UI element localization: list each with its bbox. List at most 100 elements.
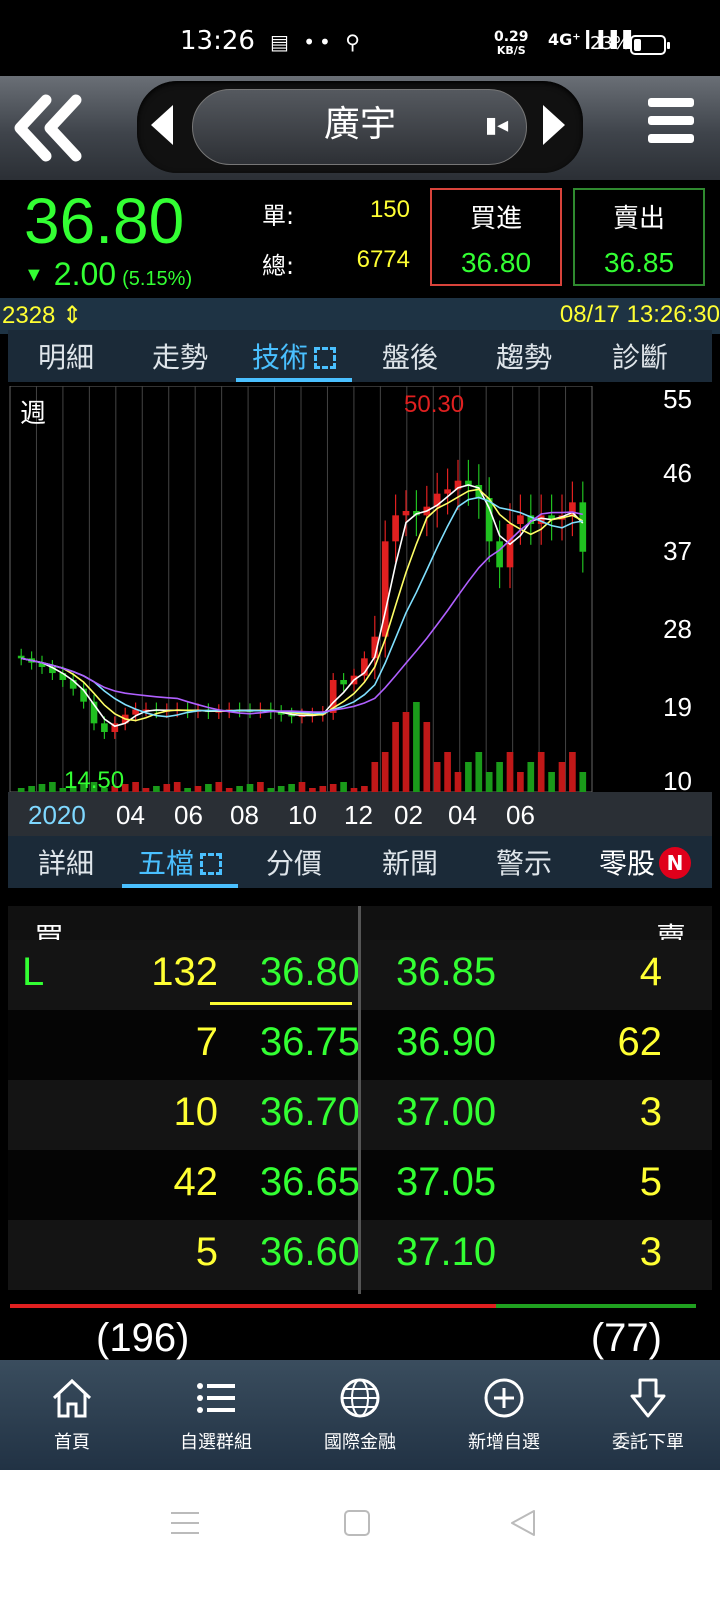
volume-bar (340, 782, 347, 792)
volume-bar (246, 784, 254, 792)
volume-bar (173, 782, 181, 792)
list-icon (197, 1383, 235, 1413)
sell-price: 36.85 (603, 247, 675, 278)
volume-bar (361, 786, 368, 792)
change-percent: (5.15%) (122, 268, 193, 290)
x-tick-label: 08 (230, 800, 259, 830)
moving-average-line (21, 484, 584, 728)
volume-bar (215, 782, 223, 792)
ask-qty: 3 (639, 1230, 662, 1274)
ask-price: 37.10 (396, 1230, 497, 1274)
tab-alerts[interactable]: 警示 (466, 842, 582, 888)
order-book-divider (358, 906, 361, 1294)
period-label: 週 (20, 399, 46, 429)
ask-price: 37.00 (396, 1090, 497, 1134)
bid-qty: 7 (195, 1020, 218, 1064)
volume-bar (319, 786, 327, 792)
sell-button[interactable]: 賣出 36.85 (573, 188, 705, 286)
nav-add-watchlist[interactable]: 新增自選 (432, 1360, 576, 1470)
bid-price: 36.75 (259, 1020, 360, 1064)
tab-news[interactable]: 新聞 (352, 842, 468, 888)
status-time: 13:26 (180, 26, 255, 56)
tab-odd-lot[interactable]: 零股 N (578, 842, 712, 888)
net-speed: 0.29 KB/S (494, 29, 529, 57)
volume-bar (465, 762, 472, 792)
volume-bar (381, 752, 389, 792)
bid-strength-bar (10, 1304, 496, 1308)
volume-bar (142, 788, 150, 792)
back-button[interactable] (10, 92, 86, 164)
candle-body (506, 524, 514, 568)
top-tab-bar: 明細 走勢 技術 盤後 趨勢 診斷 (8, 330, 712, 382)
candle-body (101, 723, 108, 732)
x-tick-label: 06 (506, 800, 535, 830)
volume-bar (517, 772, 524, 792)
expand-icon[interactable] (314, 347, 336, 369)
order-arrow-icon (630, 1378, 666, 1418)
tab-detail[interactable]: 明細 (8, 336, 124, 382)
volume-bar (350, 788, 358, 792)
stock-name[interactable]: 廣宇 (137, 95, 583, 147)
home-square-icon[interactable] (342, 1508, 372, 1538)
candle-body (517, 515, 524, 524)
volume-bar (392, 722, 399, 792)
hamburger-menu-icon[interactable] (648, 98, 698, 158)
drag-handle-icon[interactable]: ▮◂ (485, 113, 508, 138)
tab-tendency[interactable]: 趨勢 (466, 336, 582, 382)
recent-apps-icon[interactable] (168, 1508, 202, 1538)
y-tick-label: 10 (663, 766, 692, 796)
down-triangle-icon: ▼ (24, 264, 44, 286)
tab-price-distribution[interactable]: 分價 (236, 842, 352, 888)
quote-panel: 36.80 ▼ 2.00 (5.15%) 單: 150 總: 6774 買進 36.… (0, 180, 720, 294)
volume-bar (485, 772, 493, 792)
volume-bar (225, 788, 233, 792)
nav-home[interactable]: 首頁 (0, 1360, 144, 1470)
candle-body (392, 515, 399, 542)
tab-diagnosis[interactable]: 診斷 (582, 336, 698, 382)
tab-trend[interactable]: 走勢 (122, 336, 238, 382)
volume-bar (569, 752, 576, 792)
stock-selector: 廣宇 ▮◂ (137, 81, 583, 173)
x-tick-label: 12 (344, 800, 373, 830)
ask-qty: 62 (617, 1020, 663, 1064)
volume-bar (527, 762, 535, 792)
volume-bar (153, 786, 160, 792)
bid-price: 36.70 (259, 1090, 360, 1134)
last-price: 36.80 (24, 185, 185, 257)
tab-technical[interactable]: 技術 (236, 336, 352, 382)
back-triangle-icon[interactable] (508, 1508, 538, 1538)
current-price-underline (210, 1002, 352, 1005)
next-stock-arrow-icon[interactable] (543, 105, 565, 145)
battery-icon (630, 35, 670, 55)
tab-five-levels[interactable]: 五檔 (122, 842, 238, 888)
plus-circle-icon (484, 1378, 524, 1418)
double-chevron-left-icon (14, 94, 82, 162)
y-tick-label: 28 (663, 614, 692, 644)
info-bar: 2328 ⇕ 08/17 13:26:30 (0, 298, 720, 334)
candle-body (402, 511, 410, 516)
low-label: 14.50 (64, 767, 124, 794)
ask-qty: 5 (639, 1160, 662, 1204)
sort-arrows-icon: ⇕ (62, 302, 83, 329)
nav-place-order[interactable]: 委託下單 (576, 1360, 720, 1470)
expand-icon[interactable] (200, 853, 222, 875)
moving-average-line (21, 488, 584, 722)
x-tick-label: 10 (288, 800, 317, 830)
tab-details[interactable]: 詳細 (8, 842, 124, 888)
volume-bar (496, 762, 503, 792)
ask-price: 37.05 (396, 1160, 497, 1204)
x-tick-label: 2020 (28, 800, 86, 830)
volume-bar (184, 788, 191, 792)
app-header: 廣宇 ▮◂ (0, 76, 720, 180)
candlestick-chart[interactable]: 55 46 37 28 19 10 週 50.30 14.50 2020 04 06 08 10 12 02 0… (8, 386, 712, 850)
ask-qty: 4 (639, 950, 662, 994)
tab-after-hours[interactable]: 盤後 (352, 336, 468, 382)
nav-watchlist-groups[interactable]: 自選群組 (144, 1360, 288, 1470)
stock-code[interactable]: 2328 ⇕ (2, 301, 82, 330)
candle-body (444, 489, 451, 494)
volume-bar (236, 786, 243, 792)
nav-international-finance[interactable]: 國際金融 (288, 1360, 432, 1470)
volume-bar (537, 752, 545, 792)
buy-button[interactable]: 買進 36.80 (430, 188, 562, 286)
ask-price: 36.85 (396, 950, 497, 994)
